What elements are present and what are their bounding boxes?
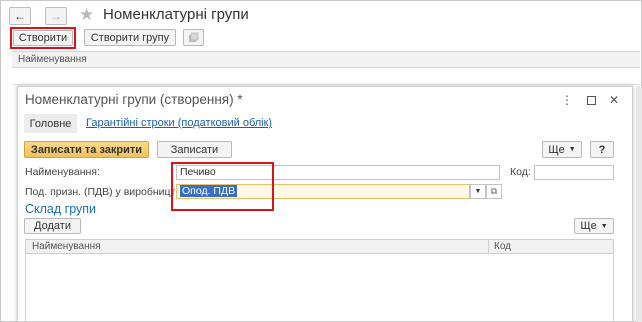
column-header-code[interactable]: Код <box>494 240 511 254</box>
save-button[interactable]: Записати <box>157 141 232 158</box>
dropdown-arrow-icon: ▼ <box>600 222 608 230</box>
maximize-square-icon <box>586 96 596 105</box>
help-button[interactable]: ? <box>590 141 614 158</box>
add-button[interactable]: Додати <box>24 218 81 234</box>
more-actions-icon[interactable]: ⋮ <box>560 93 574 107</box>
tab-main[interactable]: Головне <box>24 114 77 133</box>
dropdown-arrow-icon: ▼ <box>568 146 576 153</box>
more-button-2-label: Ще <box>580 220 597 232</box>
page-title: Номенклатурні групи <box>103 6 249 23</box>
section-title: Склад групи <box>25 202 97 216</box>
group-table-body[interactable] <box>25 254 614 322</box>
dropdown-arrow-icon: ▼ <box>474 188 482 195</box>
column-divider <box>488 240 489 254</box>
fields-highlight <box>171 162 274 211</box>
save-and-close-button[interactable]: Записати та закрити <box>24 141 149 158</box>
create-group-button[interactable]: Створити групу <box>84 29 176 46</box>
copy-button[interactable] <box>183 29 204 46</box>
vat-dropdown-button[interactable]: ▼ <box>470 184 486 199</box>
vat-label: Под. призн. (ПДВ) у виробництві: <box>25 186 175 198</box>
copy-icon <box>189 32 199 42</box>
arrow-left-icon: ← <box>14 9 26 23</box>
open-link-icon: ⧉ <box>490 186 498 196</box>
favorite-star-icon[interactable]: ★ <box>79 6 94 24</box>
name-label: Найменування: <box>25 166 100 178</box>
more-button-2[interactable]: Ще ▼ <box>574 218 614 234</box>
more-button-label: Ще <box>548 143 565 156</box>
create-button[interactable]: Створити <box>13 30 73 46</box>
vat-open-button[interactable]: ⧉ <box>486 184 502 199</box>
outer-empty-row[interactable] <box>12 68 640 85</box>
more-button[interactable]: Ще ▼ <box>542 141 582 158</box>
column-header-name[interactable]: Найменування <box>32 240 101 254</box>
outer-column-header-name[interactable]: Найменування <box>12 51 640 68</box>
maximize-icon[interactable] <box>584 94 598 108</box>
code-field[interactable] <box>534 165 614 180</box>
close-icon[interactable]: ✕ <box>607 93 621 107</box>
dialog-title: Номенклатурні групи (створення) * <box>25 92 243 107</box>
outer-scrollbar[interactable] <box>636 86 642 322</box>
forward-button[interactable]: → <box>45 7 67 25</box>
back-button[interactable]: ← <box>9 7 31 25</box>
code-label: Код: <box>510 166 531 178</box>
tab-warranty[interactable]: Гарантійні строки (податковий облік) <box>86 117 272 129</box>
table-header: Найменування Код <box>25 239 614 254</box>
arrow-right-icon: → <box>50 9 62 23</box>
